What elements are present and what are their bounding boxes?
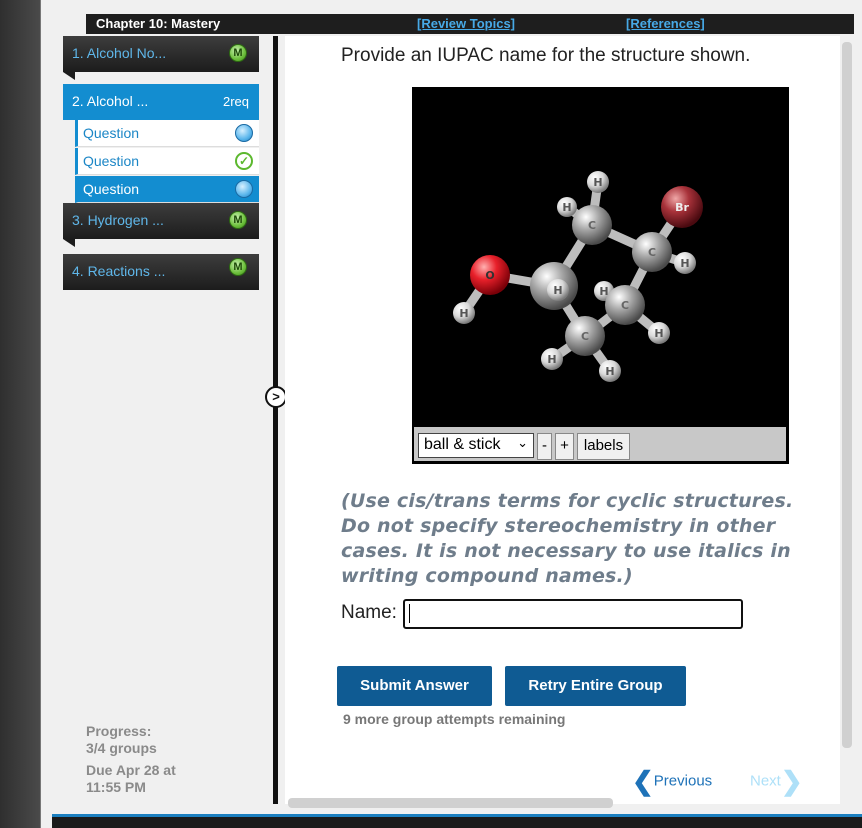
carbon-atom: C: [572, 205, 612, 245]
svg-text:O: O: [485, 269, 494, 282]
retry-group-button[interactable]: Retry Entire Group: [505, 666, 686, 706]
progress-value: 3/4 groups: [86, 740, 157, 756]
text-cursor: [409, 604, 410, 623]
zoom-out-button[interactable]: -: [537, 433, 552, 460]
checkmark-icon: ✓: [235, 152, 253, 170]
chevron-right-icon: ❯: [780, 766, 803, 796]
display-style-value: ball & stick: [424, 436, 501, 453]
question-prompt: Provide an IUPAC name for the structure …: [341, 45, 751, 66]
mastery-badge-icon: M: [229, 44, 247, 62]
section-tab-corner: [63, 239, 75, 247]
question-item-1[interactable]: Question: [75, 120, 259, 147]
panel-divider[interactable]: [273, 36, 278, 804]
sidebar-section-2[interactable]: 2. Alcohol ... 2req: [63, 84, 259, 120]
sidebar-section-label: 2. Alcohol ...: [72, 93, 149, 109]
due-date: Due Apr 28 at 11:55 PM: [86, 762, 176, 795]
oxygen-atom: O: [470, 255, 510, 295]
section-tab-corner: [63, 72, 75, 80]
required-count-badge: 2req: [222, 94, 249, 109]
hydrogen-atom: H: [453, 302, 475, 324]
instructions-text: (Use cis/trans terms for cyclic structur…: [341, 490, 794, 587]
question-label: Question: [83, 125, 140, 141]
submit-answer-button[interactable]: Submit Answer: [337, 666, 492, 706]
svg-text:H: H: [547, 353, 556, 366]
svg-text:C: C: [588, 219, 596, 232]
review-topics-link[interactable]: [Review Topics]: [417, 16, 515, 31]
svg-text:H: H: [605, 365, 614, 378]
hydrogen-atom: H: [648, 322, 670, 344]
attempts-remaining: 9 more group attempts remaining: [343, 711, 566, 727]
svg-text:C: C: [621, 299, 629, 312]
chevron-left-icon: ❮: [632, 766, 654, 796]
sidebar-section-label: 1. Alcohol No...: [72, 45, 167, 61]
hydrogen-atom: H: [547, 279, 569, 301]
zoom-in-button[interactable]: +: [555, 433, 574, 460]
svg-text:Br: Br: [675, 201, 689, 214]
progress-info: Progress: 3/4 groups: [86, 723, 157, 757]
question-label: Question: [83, 181, 140, 197]
mastery-badge-icon: M: [229, 258, 247, 276]
question-item-3[interactable]: Question: [75, 176, 259, 203]
chapter-title: Chapter 10: Mastery: [96, 16, 221, 31]
labels-button[interactable]: labels: [577, 433, 630, 460]
molecule-3d-model: H H H H C Br C H O H C H C H H: [453, 171, 703, 382]
svg-text:H: H: [654, 327, 663, 340]
hydrogen-atom: H: [557, 197, 577, 217]
carbon-atom: C: [565, 316, 605, 356]
bromine-atom: Br: [661, 186, 703, 228]
name-label: Name:: [341, 602, 397, 623]
bottom-bar: [52, 814, 862, 828]
sidebar-section-label: 4. Reactions ...: [72, 263, 166, 279]
mastery-badge-icon: M: [229, 211, 247, 229]
left-panel-edge: [0, 0, 40, 828]
svg-text:C: C: [581, 330, 589, 343]
name-input[interactable]: [403, 599, 743, 629]
sidebar-section-4[interactable]: 4. Reactions ... M: [63, 254, 259, 290]
svg-text:H: H: [553, 284, 562, 297]
next-button[interactable]: Next❯: [750, 766, 803, 797]
carbon-atom: C: [632, 232, 672, 272]
sidebar-section-3[interactable]: 3. Hydrogen ... M: [63, 203, 259, 239]
svg-text:H: H: [680, 257, 689, 270]
question-label: Question: [83, 153, 140, 169]
sidebar-section-label: 3. Hydrogen ...: [72, 212, 164, 228]
hydrogen-atom: H: [541, 348, 563, 370]
svg-text:H: H: [593, 176, 602, 189]
svg-text:H: H: [562, 201, 571, 214]
carbon-atom: C: [605, 285, 645, 325]
references-link[interactable]: [References]: [626, 16, 705, 31]
hydrogen-atom: H: [587, 171, 609, 193]
progress-label: Progress:: [86, 723, 152, 739]
previous-button[interactable]: ❮Previous: [632, 766, 712, 797]
svg-text:H: H: [459, 307, 468, 320]
question-item-2[interactable]: Question ✓: [75, 148, 259, 175]
hydrogen-atom: H: [599, 360, 621, 382]
display-style-select[interactable]: ball & stick ⌄: [418, 433, 534, 458]
current-question-icon: [235, 180, 253, 198]
next-label: Next: [750, 772, 781, 790]
svg-text:C: C: [648, 246, 656, 259]
previous-label: Previous: [653, 772, 713, 790]
chevron-down-icon: ⌄: [517, 435, 528, 450]
sidebar-toggle-button[interactable]: >: [265, 386, 287, 408]
vertical-scrollbar[interactable]: [842, 42, 852, 748]
in-progress-icon: [235, 124, 253, 142]
sidebar-section-1[interactable]: 1. Alcohol No... M: [63, 36, 259, 72]
hydrogen-atom: H: [674, 252, 696, 274]
molecule-viewer[interactable]: H H H H C Br C H O H C H C H H: [412, 87, 789, 464]
horizontal-scrollbar[interactable]: [288, 798, 613, 808]
